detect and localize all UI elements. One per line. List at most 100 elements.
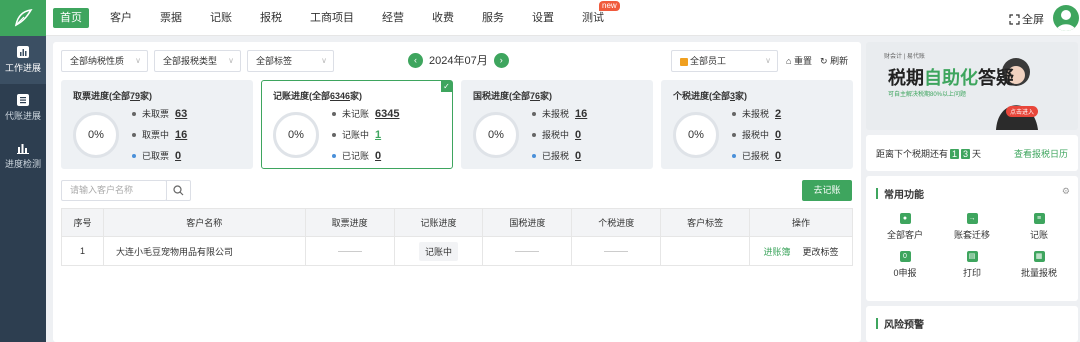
col-index: 序号 [61,208,104,237]
status-dot [132,132,136,137]
staff-select[interactable]: 全部员工 ∨ [671,50,778,72]
risk-warning: 风险预警 [866,306,1078,342]
nav-tax[interactable]: 报税 [253,8,289,28]
empty-dash [337,251,362,253]
nav-customers[interactable]: 客户 [103,8,139,28]
stat-value[interactable]: 63 [175,108,187,120]
stat-label: 已记账 [342,151,370,161]
tax-nature-value: 全部纳税性质 [70,56,125,66]
countdown-suffix: 天 [972,149,982,159]
status-dot [732,132,736,137]
common-title: 常用功能 [884,190,924,201]
nav-home[interactable]: 首页 [53,8,89,28]
col-bookkeeping: 记账进度 [393,208,484,237]
nav-invoices[interactable]: 票据 [153,8,189,28]
status-dot [532,153,536,158]
stat-label: 报税中 [542,130,570,140]
progress-percent: 0% [288,129,304,141]
table-row: 1 大连小毛豆宠物用品有限公司 记账中 进账簿 更改标签 [61,236,853,266]
fn-label: 批量报税 [1020,268,1057,278]
fn-batch-tax[interactable]: ▦ 批量报税 [1009,251,1069,279]
sidebar-item-bookkeeping-progress[interactable]: 代账进展 [0,84,46,132]
stat-value[interactable]: 0 [775,129,781,141]
refresh-button[interactable]: ↻ 刷新 [820,54,848,67]
fn-bookkeeping[interactable]: ≡ 记账 [1009,213,1069,241]
fn-print[interactable]: ▤ 打印 [942,251,1002,279]
nav-test[interactable]: 测试 new [575,1,620,28]
status-dot [332,153,336,158]
change-tag-link[interactable]: 更改标签 [803,247,839,257]
fn-ledger-migrate[interactable]: → 账套迁移 [942,213,1002,241]
tax-calendar-link[interactable]: 查看报税日历 [1014,147,1068,160]
section-title: 风险预警 [876,316,924,331]
row-national-tax [482,236,573,266]
stat-row: 报税中 0 [732,128,781,141]
stat-value[interactable]: 0 [575,150,581,162]
stat-row: 已报税 0 [732,149,781,162]
sidebar-item-progress-check[interactable]: 进度检测 [0,132,46,180]
sidebar-item-work-progress[interactable]: 工作进展 [0,36,46,84]
stat-value[interactable]: 1 [375,129,381,141]
stat-row: 记账中 1 [332,128,381,141]
progress-ring: 0% [473,112,519,158]
leaf-logo-icon [14,8,33,27]
card-count[interactable]: 76 [530,91,540,101]
card-title-suffix: 家) [140,91,153,101]
stat-label: 已取票 [142,151,170,161]
tag-select[interactable]: 全部标签 ∨ [247,50,334,72]
table-header-row: 序号 客户名称 取票进度 记账进度 国税进度 个税进度 客户标签 操作 [61,208,853,237]
stat-value[interactable]: 6345 [375,108,399,120]
invoice-progress-card[interactable]: 取票进度(全部79家) 0% 未取票 63 取票中 16 已取票 0 [61,80,253,169]
col-tag: 客户标签 [660,208,751,237]
national-tax-progress-card[interactable]: 国税进度(全部76家) 0% 未报税 16 报税中 0 已报税 0 [461,80,653,169]
status-dot [532,132,536,137]
open-ledger-link[interactable]: 进账簿 [764,247,791,257]
banner-cta-button[interactable]: 点击进入 [1006,106,1039,117]
card-title-prefix: 取票进度(全部 [73,91,130,101]
nav-settings[interactable]: 设置 [525,8,561,28]
settings-icon[interactable]: ⚙ [1062,186,1070,197]
progress-ring: 0% [73,112,119,158]
reset-label: 重置 [793,56,812,66]
risk-title: 风险预警 [884,320,924,331]
card-count[interactable]: 79 [130,91,140,101]
stat-value[interactable]: 2 [775,108,781,120]
prev-month-button[interactable]: ‹ [408,52,423,68]
nav-fees[interactable]: 收费 [425,8,461,28]
stat-value[interactable]: 16 [175,129,187,141]
new-badge: new [599,1,620,11]
sidebar-item-label: 进度检测 [4,159,41,169]
nav-business-projects[interactable]: 工商项目 [303,8,361,28]
title-bar [876,188,878,199]
stat-value[interactable]: 0 [375,150,381,162]
card-title-suffix: 家) [735,91,748,101]
nav-operations[interactable]: 经营 [375,8,411,28]
personal-tax-progress-card[interactable]: 个税进度(全部3家) 0% 未报税 2 报税中 0 已报税 0 [661,80,853,169]
nav-bookkeeping[interactable]: 记账 [203,8,239,28]
stat-value[interactable]: 0 [175,150,181,162]
go-bookkeeping-button[interactable]: 去记账 [802,180,852,201]
logo[interactable] [0,0,46,36]
bookkeeping-progress-card[interactable]: ✓ 记账进度(全部6346家) 0% 未记账 6345 记账中 1 已记账 0 [261,80,453,169]
card-title-prefix: 记账进度(全部 [273,91,330,101]
tax-nature-select[interactable]: 全部纳税性质 ∨ [61,50,148,72]
next-month-button[interactable]: › [493,52,509,68]
fn-all-customers[interactable]: ● 全部客户 [875,213,935,241]
stat-value[interactable]: 0 [775,150,781,162]
promo-banner[interactable]: 财会计 | 易代账 税期自助化答疑 可自主解决税期80%以上问题 点击进入 [866,42,1078,130]
card-count[interactable]: 6346 [330,91,350,101]
fn-zero-declare[interactable]: 0 0申报 [875,251,935,279]
fullscreen-button[interactable]: 全屏 [1009,11,1044,27]
tax-type-select[interactable]: 全部报税类型 ∨ [154,50,241,72]
avatar[interactable] [1053,5,1079,31]
search-input[interactable]: 请输入客户名称 [61,180,167,201]
stat-value[interactable]: 0 [575,129,581,141]
search-button[interactable] [166,180,191,201]
row-tag [660,236,751,266]
nav-services[interactable]: 服务 [475,8,511,28]
reset-button[interactable]: ⌂ 重置 [786,54,812,67]
card-title: 个税进度(全部3家) [673,89,747,102]
stat-value[interactable]: 16 [575,108,587,120]
staff-icon [680,57,688,66]
book-icon: ≡ [1033,213,1045,224]
